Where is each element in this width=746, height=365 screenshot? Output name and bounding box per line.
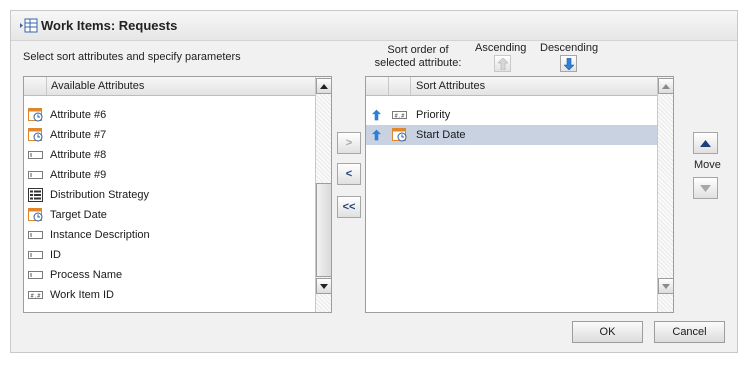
list-item[interactable]: Target Date — [24, 205, 315, 225]
svg-text:#.#: #.# — [395, 113, 406, 119]
text-field-icon — [28, 248, 44, 262]
remove-all-attributes-button[interactable]: << — [337, 196, 361, 218]
dialog-title: Work Items: Requests — [41, 18, 178, 33]
descending-button[interactable] — [560, 55, 577, 72]
triangle-down-icon — [320, 283, 328, 289]
number-field-icon: #.# — [28, 288, 44, 302]
scroll-up-button[interactable] — [316, 78, 331, 94]
text-field-icon — [28, 168, 44, 182]
ok-button[interactable]: OK — [572, 321, 643, 343]
date-icon — [28, 108, 44, 122]
available-attributes-header-label: Available Attributes — [51, 80, 145, 92]
list-item[interactable]: #.# Work Item ID — [24, 285, 315, 305]
number-field-icon: #.# — [392, 108, 408, 122]
list-item-label: Attribute #7 — [50, 129, 107, 141]
triangle-up-icon — [700, 139, 711, 147]
arrow-up-icon — [497, 57, 508, 70]
text-field-icon — [28, 268, 44, 282]
scroll-up-button[interactable] — [658, 78, 673, 94]
sort-list-item[interactable]: Start Date — [366, 125, 657, 145]
sort-list-item-label: Start Date — [416, 129, 466, 141]
list-item[interactable]: Attribute #9 — [24, 165, 315, 185]
sort-dialog: Work Items: Requests Select sort attribu… — [10, 10, 738, 353]
cancel-button[interactable]: Cancel — [654, 321, 725, 343]
list-item[interactable]: Distribution Strategy — [24, 185, 315, 205]
text-field-icon — [28, 148, 44, 162]
scroll-down-button[interactable] — [658, 278, 673, 294]
list-item[interactable]: Attribute #6 — [24, 105, 315, 125]
scroll-down-button[interactable] — [316, 278, 331, 294]
remove-attribute-button[interactable]: < — [337, 163, 361, 185]
header-separator — [410, 77, 411, 95]
list-item-label: Process Name — [50, 269, 123, 281]
move-down-button[interactable] — [693, 177, 718, 199]
date-icon — [28, 128, 44, 142]
list-item-label: ID — [50, 249, 61, 261]
ascending-button[interactable] — [494, 55, 511, 72]
svg-text:#.#: #.# — [31, 293, 42, 299]
add-attribute-button[interactable]: > — [337, 132, 361, 154]
instruction-text: Select sort attributes and specify param… — [23, 51, 241, 63]
sort-attributes-list[interactable]: Sort Attributes #.# Priority Start Date — [365, 76, 674, 313]
date-icon — [392, 128, 408, 142]
table-icon — [20, 18, 38, 33]
list-item[interactable]: ID — [24, 245, 315, 265]
date-icon — [28, 208, 44, 222]
list-item-label: Attribute #8 — [50, 149, 107, 161]
header-separator — [46, 77, 47, 95]
list-icon — [28, 188, 44, 202]
sort-attributes-header: Sort Attributes — [366, 77, 657, 96]
list-item[interactable]: Instance Description — [24, 225, 315, 245]
triangle-down-icon — [700, 184, 711, 192]
move-label: Move — [694, 159, 721, 171]
list-item-label: Instance Description — [50, 229, 150, 241]
ascending-label: Ascending — [475, 42, 527, 54]
triangle-up-icon — [320, 83, 328, 89]
sort-list-item-label: Priority — [416, 109, 451, 121]
text-field-icon — [28, 228, 44, 242]
list-item-label: Attribute #6 — [50, 109, 107, 121]
list-item-label: Distribution Strategy — [50, 189, 150, 201]
scroll-thumb[interactable] — [316, 183, 331, 277]
sort-list-scrollbar[interactable] — [657, 77, 673, 312]
arrow-down-icon — [563, 57, 574, 70]
sort-order-label: Sort order of selected attribute: — [373, 44, 463, 70]
sort-order-label-line2: selected attribute: — [374, 57, 462, 69]
available-attributes-list[interactable]: Available Attributes Attribute #6 Attribu… — [23, 76, 332, 313]
descending-label: Descending — [540, 42, 599, 54]
dialog-titlebar: Work Items: Requests — [11, 11, 737, 41]
triangle-up-icon — [662, 83, 670, 89]
sort-attributes-header-label: Sort Attributes — [416, 80, 486, 92]
available-list-scrollbar[interactable] — [315, 77, 331, 312]
list-item[interactable]: Attribute #8 — [24, 145, 315, 165]
header-separator — [388, 77, 389, 95]
list-item-label: Work Item ID — [50, 289, 114, 301]
sort-order-label-line1: Sort order of — [387, 44, 449, 56]
move-up-button[interactable] — [693, 132, 718, 154]
arrow-up-icon[interactable] — [372, 129, 381, 144]
arrow-up-icon[interactable] — [372, 109, 381, 124]
list-item[interactable]: Process Name — [24, 265, 315, 285]
list-item-label: Attribute #9 — [50, 169, 107, 181]
available-attributes-header: Available Attributes — [24, 77, 315, 96]
list-item[interactable]: Attribute #7 — [24, 125, 315, 145]
triangle-down-icon — [662, 283, 670, 289]
list-item-label: Target Date — [50, 209, 107, 221]
sort-list-item[interactable]: #.# Priority — [366, 105, 657, 125]
